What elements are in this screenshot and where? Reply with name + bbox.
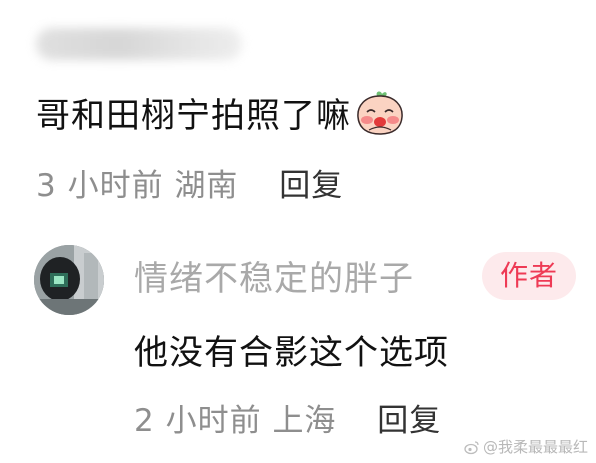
reply-time: 2 小时前 bbox=[134, 403, 262, 439]
reply-location: 上海 bbox=[272, 403, 337, 439]
blurred-username bbox=[36, 28, 242, 60]
weibo-icon bbox=[464, 440, 479, 454]
comment-text: 哥和田栩宁拍照了嘛 bbox=[36, 96, 351, 136]
author-badge: 作者 bbox=[482, 252, 576, 300]
comment-location: 湖南 bbox=[174, 168, 239, 204]
comment-thread: 哥和田栩宁拍照了嘛 3 小时前 湖南 回复 情绪不稳定的胖子 作者 他没有合影这… bbox=[0, 0, 596, 463]
reply-reply-button[interactable]: 回复 bbox=[377, 403, 441, 439]
watermark-text: @我柔最最最红 bbox=[482, 438, 588, 456]
avatar-photo-icon bbox=[34, 245, 104, 315]
comment-reply-button[interactable]: 回复 bbox=[279, 168, 343, 204]
comment-body: 哥和田栩宁拍照了嘛 bbox=[36, 88, 405, 137]
reply-meta: 2 小时前 上海 回复 bbox=[134, 395, 441, 440]
comment-time: 3 小时前 bbox=[36, 168, 164, 204]
reply-avatar[interactable] bbox=[34, 245, 104, 315]
comment-meta: 3 小时前 湖南 回复 bbox=[36, 160, 343, 205]
blushing-peach-emoji-icon bbox=[357, 91, 403, 135]
reply-text: 他没有合影这个选项 bbox=[134, 333, 449, 373]
reply-username[interactable]: 情绪不稳定的胖子 bbox=[134, 251, 414, 300]
watermark: @我柔最最最红 bbox=[464, 436, 588, 457]
